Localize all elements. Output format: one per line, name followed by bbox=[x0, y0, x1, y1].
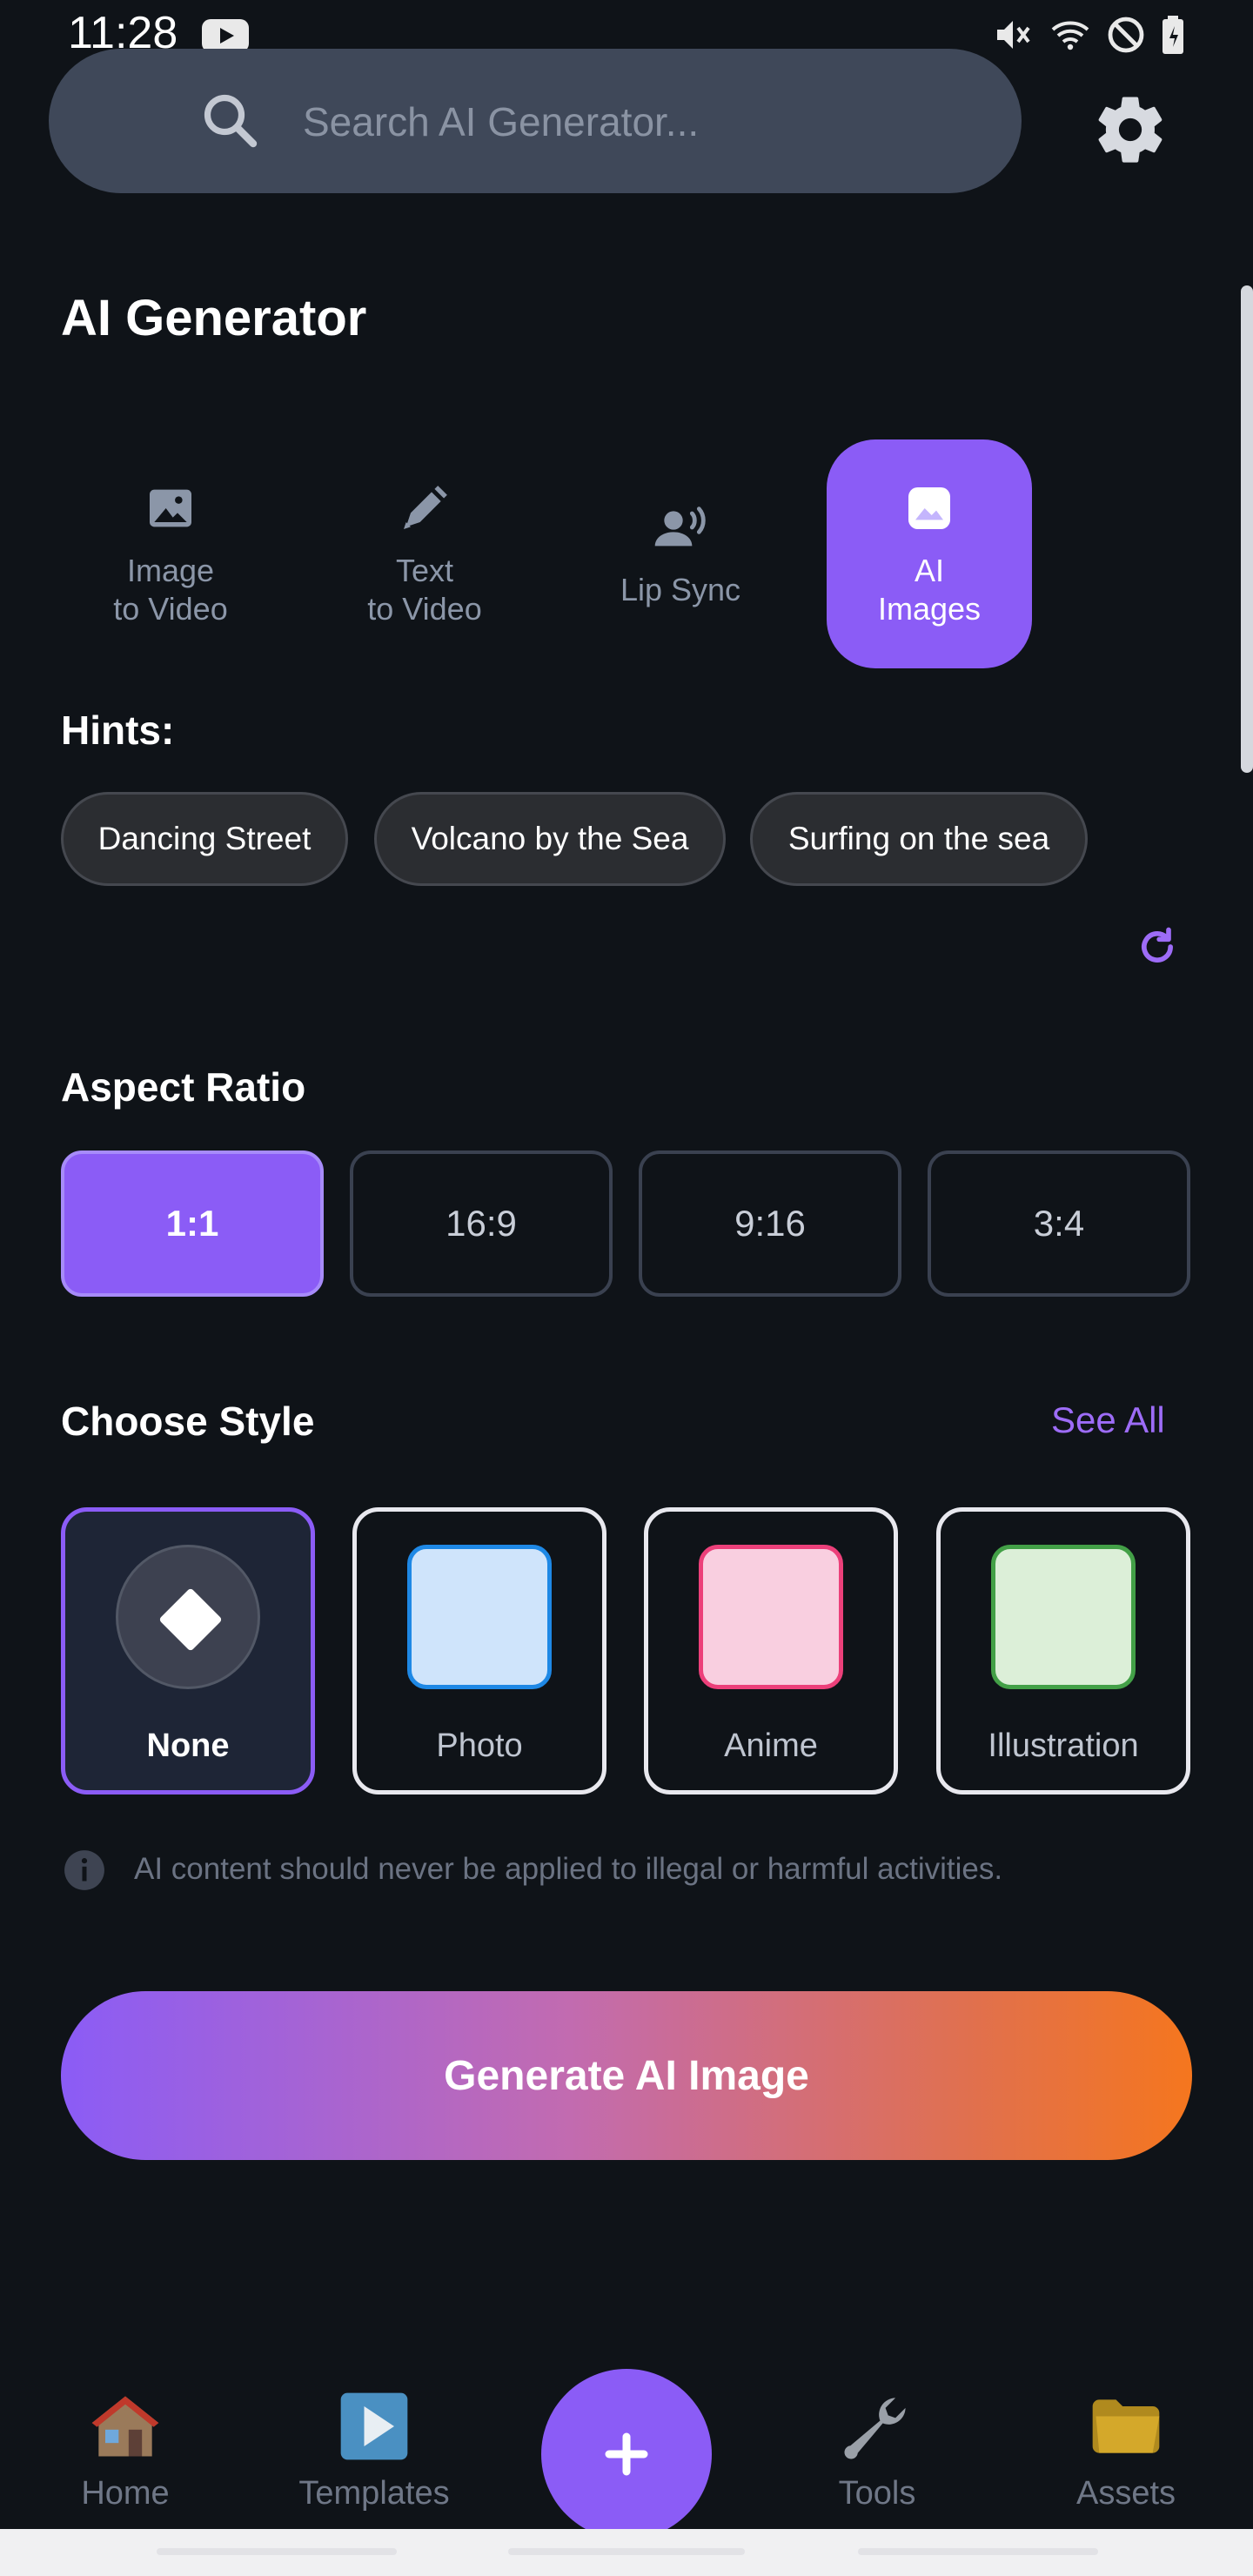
style-label: Photo bbox=[436, 1727, 523, 1764]
search-icon bbox=[204, 94, 258, 148]
wifi-icon bbox=[1051, 21, 1089, 50]
ratio-9-16-button[interactable]: 9:16 bbox=[639, 1150, 901, 1297]
disclaimer-text: AI content should never be applied to il… bbox=[134, 1852, 1003, 1886]
nav-label: Templates bbox=[298, 2475, 450, 2512]
none-icon bbox=[116, 1545, 260, 1689]
plus-icon bbox=[605, 2432, 648, 2476]
gesture-pill bbox=[157, 2548, 397, 2555]
block-icon bbox=[1108, 17, 1144, 53]
style-label: Anime bbox=[724, 1727, 818, 1764]
nav-item-templates[interactable]: Templates bbox=[278, 2386, 470, 2534]
play-icon bbox=[340, 2392, 408, 2460]
generate-ai-image-button[interactable]: Generate AI Image bbox=[61, 1991, 1192, 2160]
aspect-ratio-title: Aspect Ratio bbox=[61, 1064, 306, 1110]
see-all-link[interactable]: See All bbox=[1051, 1399, 1165, 1441]
ratio-1-1-button[interactable]: 1:1 bbox=[61, 1150, 324, 1297]
style-card-illustration[interactable]: Illustration bbox=[936, 1507, 1190, 1794]
hint-chip[interactable]: Dancing Street bbox=[61, 792, 348, 886]
nav-label: Assets bbox=[1075, 2475, 1176, 2512]
refresh-icon[interactable] bbox=[1135, 924, 1180, 969]
ai-image-icon bbox=[908, 486, 950, 529]
voice-user-icon bbox=[654, 506, 706, 546]
tab-label: Image to Video bbox=[113, 552, 228, 627]
style-card-anime[interactable]: Anime bbox=[644, 1507, 898, 1794]
status-icons bbox=[992, 12, 1189, 57]
nav-label: Home bbox=[81, 2475, 170, 2512]
gear-icon[interactable] bbox=[1091, 91, 1169, 169]
gesture-pill bbox=[508, 2548, 745, 2555]
image-icon bbox=[150, 489, 191, 527]
tab-ai-images[interactable]: AI Images bbox=[827, 439, 1032, 668]
gesture-pill bbox=[858, 2548, 1098, 2555]
ratio-16-9-button[interactable]: 16:9 bbox=[350, 1150, 613, 1297]
wrench-icon bbox=[844, 2398, 906, 2459]
tab-label: Text to Video bbox=[367, 552, 482, 627]
pen-icon bbox=[404, 485, 447, 529]
tab-image-to-video[interactable]: Image to Video bbox=[68, 439, 273, 668]
hint-chip[interactable]: Volcano by the Sea bbox=[374, 792, 726, 886]
battery-icon bbox=[1163, 16, 1183, 54]
house-icon bbox=[91, 2396, 159, 2457]
hints-title: Hints: bbox=[61, 708, 175, 753]
mute-icon bbox=[997, 21, 1030, 49]
info-icon bbox=[64, 1850, 104, 1890]
tab-label: Lip Sync bbox=[620, 571, 741, 607]
nav-item-assets[interactable]: Assets bbox=[1030, 2386, 1222, 2534]
style-card-photo[interactable]: Photo bbox=[352, 1507, 606, 1794]
tab-lip-sync[interactable]: Lip Sync bbox=[578, 439, 783, 668]
tab-text-to-video[interactable]: Text to Video bbox=[322, 439, 527, 668]
nav-item-tools[interactable]: Tools bbox=[781, 2386, 973, 2534]
ratio-3-4-button[interactable]: 3:4 bbox=[928, 1150, 1190, 1297]
nav-label: Tools bbox=[838, 2475, 916, 2512]
page-title: AI Generator bbox=[61, 290, 367, 346]
style-card-none[interactable]: None bbox=[61, 1507, 315, 1794]
add-button[interactable] bbox=[541, 2369, 712, 2539]
search-input[interactable] bbox=[303, 94, 982, 150]
choose-style-title: Choose Style bbox=[61, 1399, 315, 1444]
folder-icon bbox=[1092, 2399, 1160, 2453]
scrollbar[interactable] bbox=[1241, 285, 1253, 773]
style-label: None bbox=[146, 1727, 230, 1764]
nav-item-home[interactable]: Home bbox=[30, 2386, 221, 2534]
youtube-icon bbox=[202, 19, 249, 52]
anime-swatch bbox=[699, 1545, 843, 1689]
photo-swatch bbox=[407, 1545, 552, 1689]
tab-label: AI Images bbox=[877, 552, 982, 627]
hint-chip[interactable]: Surfing on the sea bbox=[750, 792, 1088, 886]
style-label: Illustration bbox=[988, 1727, 1139, 1764]
illustration-swatch bbox=[991, 1545, 1136, 1689]
